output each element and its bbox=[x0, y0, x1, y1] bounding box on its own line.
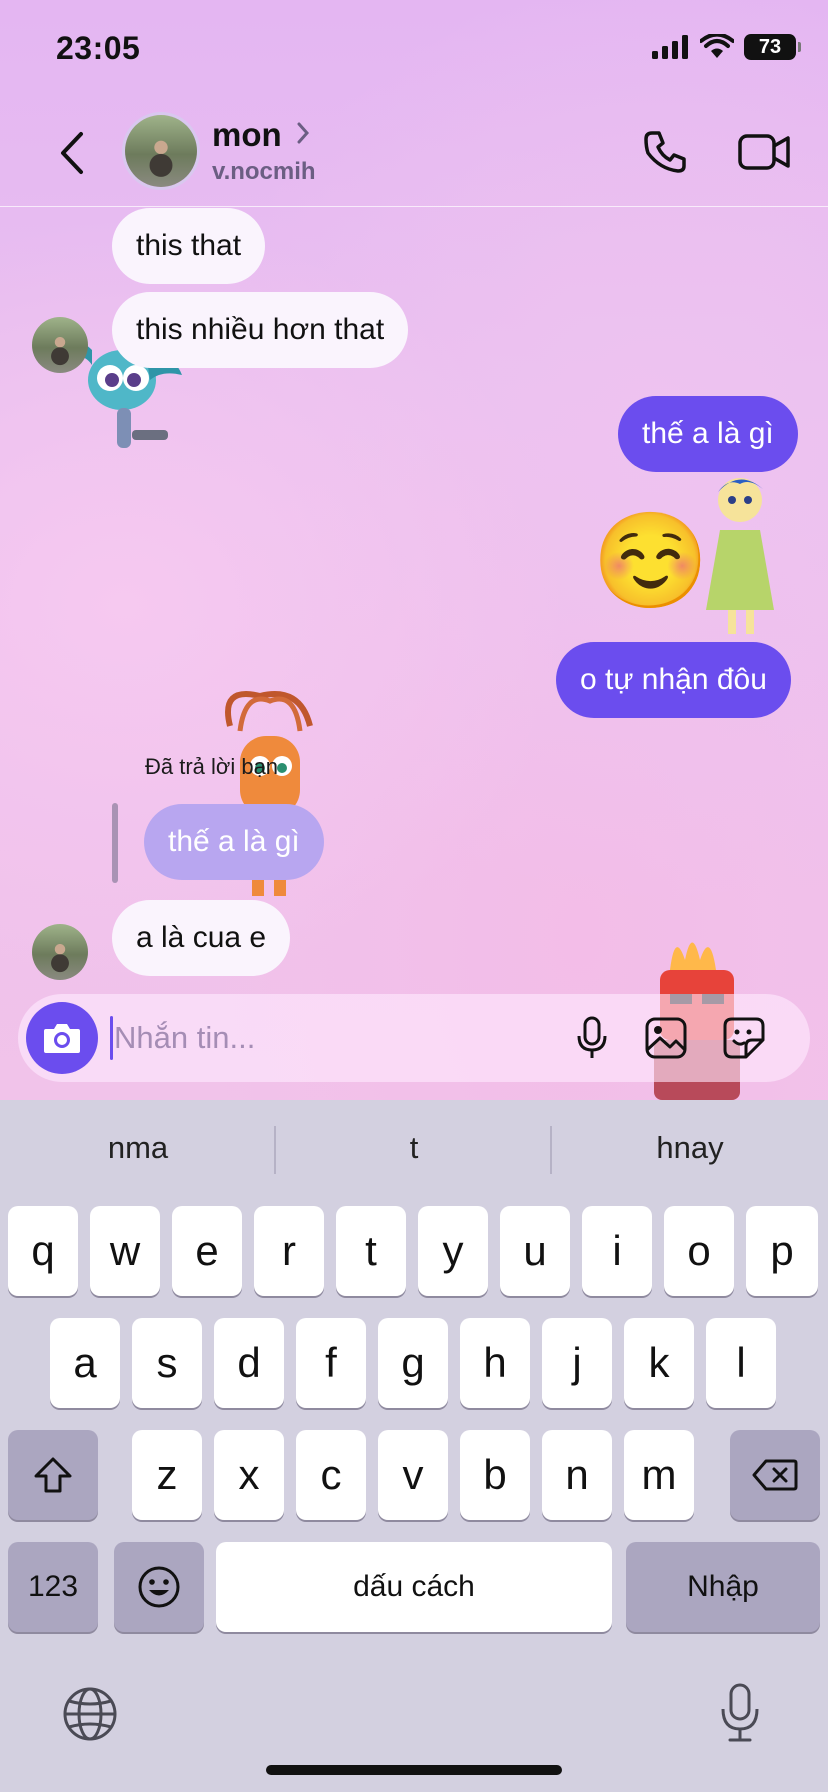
key-r[interactable]: r bbox=[254, 1206, 324, 1296]
message-bubble-outgoing[interactable]: o tự nhận đôu bbox=[556, 642, 791, 718]
key-c[interactable]: c bbox=[296, 1430, 366, 1520]
video-call-button[interactable] bbox=[736, 126, 792, 178]
backspace-icon bbox=[752, 1459, 798, 1491]
onscreen-keyboard: nma t hnay q w e r t y u i o p a s d f g… bbox=[0, 1100, 828, 1792]
key-a[interactable]: a bbox=[50, 1318, 120, 1408]
camera-button[interactable] bbox=[26, 1002, 98, 1074]
key-h[interactable]: h bbox=[460, 1318, 530, 1408]
cellular-signal-icon bbox=[652, 35, 688, 59]
wifi-icon bbox=[700, 34, 734, 58]
camera-icon bbox=[44, 1024, 80, 1053]
text-cursor bbox=[110, 1016, 113, 1060]
key-l[interactable]: l bbox=[706, 1318, 776, 1408]
voice-message-button[interactable] bbox=[566, 1012, 618, 1064]
key-o[interactable]: o bbox=[664, 1206, 734, 1296]
key-i[interactable]: i bbox=[582, 1206, 652, 1296]
audio-call-button[interactable] bbox=[640, 124, 690, 180]
message-bubble-incoming[interactable]: this nhiều hơn that bbox=[112, 292, 409, 368]
keyboard-suggestion[interactable]: nma bbox=[0, 1122, 276, 1174]
contact-name[interactable]: mon bbox=[212, 116, 282, 154]
contact-handle: v.nocmih bbox=[212, 158, 316, 185]
status-icons: 73 bbox=[652, 34, 801, 60]
backspace-key[interactable] bbox=[730, 1430, 820, 1520]
key-m[interactable]: m bbox=[624, 1430, 694, 1520]
emoji-icon bbox=[138, 1566, 180, 1608]
message-input[interactable] bbox=[114, 1008, 494, 1068]
numbers-key[interactable]: 123 bbox=[8, 1542, 98, 1632]
back-button[interactable] bbox=[52, 128, 92, 178]
message-bubble-incoming[interactable]: a là cua e bbox=[112, 900, 291, 976]
globe-button[interactable] bbox=[60, 1684, 120, 1744]
phone-icon bbox=[644, 131, 686, 173]
key-k[interactable]: k bbox=[624, 1318, 694, 1408]
key-g[interactable]: g bbox=[378, 1318, 448, 1408]
sticker-button[interactable] bbox=[718, 1012, 770, 1064]
key-d[interactable]: d bbox=[214, 1318, 284, 1408]
message-composer bbox=[18, 994, 810, 1082]
key-b[interactable]: b bbox=[460, 1430, 530, 1520]
sender-avatar[interactable] bbox=[32, 317, 88, 373]
keyboard-suggestion[interactable]: t bbox=[276, 1122, 552, 1174]
key-z[interactable]: z bbox=[132, 1430, 202, 1520]
sender-avatar[interactable] bbox=[32, 924, 88, 980]
keyboard-suggestion[interactable]: hnay bbox=[552, 1122, 828, 1174]
video-camera-icon bbox=[738, 134, 790, 170]
key-v[interactable]: v bbox=[378, 1430, 448, 1520]
gallery-button[interactable] bbox=[640, 1012, 692, 1064]
key-f[interactable]: f bbox=[296, 1318, 366, 1408]
emoji-key[interactable] bbox=[114, 1542, 204, 1632]
reply-indicator-bar bbox=[112, 803, 118, 883]
key-w[interactable]: w bbox=[90, 1206, 160, 1296]
reply-caption: Đã trả lời bạn bbox=[145, 754, 279, 779]
key-j[interactable]: j bbox=[542, 1318, 612, 1408]
microphone-icon bbox=[577, 1016, 607, 1058]
status-time: 23:05 bbox=[56, 30, 141, 66]
message-bubble-outgoing[interactable]: thế a là gì bbox=[618, 396, 798, 472]
key-e[interactable]: e bbox=[172, 1206, 242, 1296]
key-p[interactable]: p bbox=[746, 1206, 818, 1296]
chat-header: mon v.nocmih bbox=[0, 100, 828, 207]
dictation-icon bbox=[721, 1683, 759, 1742]
dictation-button[interactable] bbox=[710, 1678, 770, 1748]
replied-message-preview[interactable]: thế a là gì bbox=[144, 804, 324, 880]
key-y[interactable]: y bbox=[418, 1206, 488, 1296]
emoji-message[interactable]: ☺️ bbox=[592, 514, 709, 608]
home-indicator[interactable] bbox=[266, 1765, 562, 1775]
key-x[interactable]: x bbox=[214, 1430, 284, 1520]
battery-indicator: 73 bbox=[744, 34, 801, 60]
globe-icon bbox=[63, 1687, 117, 1741]
key-n[interactable]: n bbox=[542, 1430, 612, 1520]
key-q[interactable]: q bbox=[8, 1206, 78, 1296]
back-icon bbox=[61, 132, 83, 174]
contact-avatar[interactable] bbox=[122, 112, 200, 190]
key-u[interactable]: u bbox=[500, 1206, 570, 1296]
key-t[interactable]: t bbox=[336, 1206, 406, 1296]
sticker-icon bbox=[723, 1017, 765, 1059]
chevron-right-icon bbox=[297, 122, 310, 144]
space-key[interactable]: dấu cách bbox=[216, 1542, 612, 1632]
shift-key[interactable] bbox=[8, 1430, 98, 1520]
key-s[interactable]: s bbox=[132, 1318, 202, 1408]
return-key[interactable]: Nhập bbox=[626, 1542, 820, 1632]
message-bubble-incoming[interactable]: this that bbox=[112, 208, 266, 284]
image-icon bbox=[645, 1017, 687, 1059]
shift-icon bbox=[34, 1457, 72, 1493]
